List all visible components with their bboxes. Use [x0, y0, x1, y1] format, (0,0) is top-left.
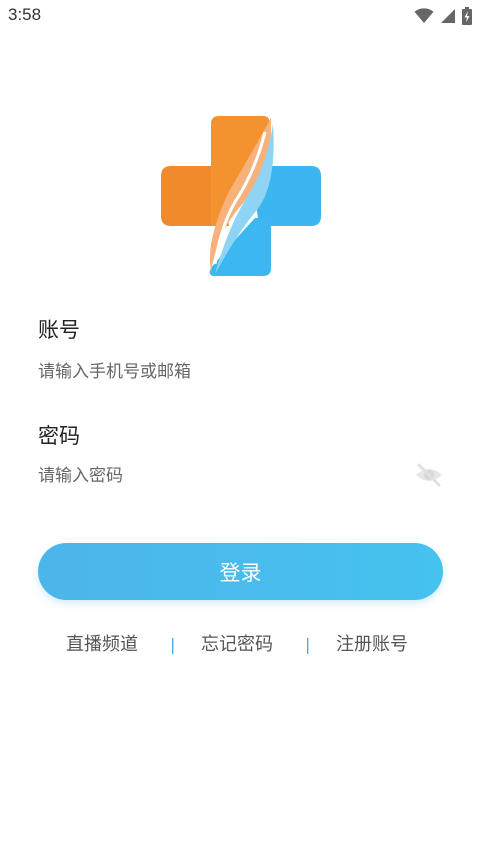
link-separator: |: [305, 635, 311, 654]
medical-cross-logo: [159, 114, 323, 278]
forgot-password-link[interactable]: 忘记密码: [201, 630, 273, 656]
account-label: 账号: [38, 318, 80, 342]
password-label: 密码: [38, 424, 80, 448]
battery-charging-icon: [462, 7, 472, 25]
bottom-links: 直播频道 | 忘记密码 | 注册账号: [0, 630, 480, 660]
account-input[interactable]: [38, 357, 418, 387]
status-time: 3:58: [8, 5, 42, 24]
status-bar: 3:58: [0, 0, 480, 32]
eye-off-icon[interactable]: [414, 462, 444, 488]
status-icons: [414, 6, 472, 26]
login-button[interactable]: 登录: [38, 543, 443, 600]
link-separator: |: [170, 635, 176, 654]
wifi-icon: [414, 8, 434, 23]
live-channel-link[interactable]: 直播频道: [66, 630, 138, 656]
cell-signal-icon: [441, 9, 455, 23]
register-link[interactable]: 注册账号: [336, 630, 408, 656]
password-input[interactable]: [38, 461, 398, 491]
